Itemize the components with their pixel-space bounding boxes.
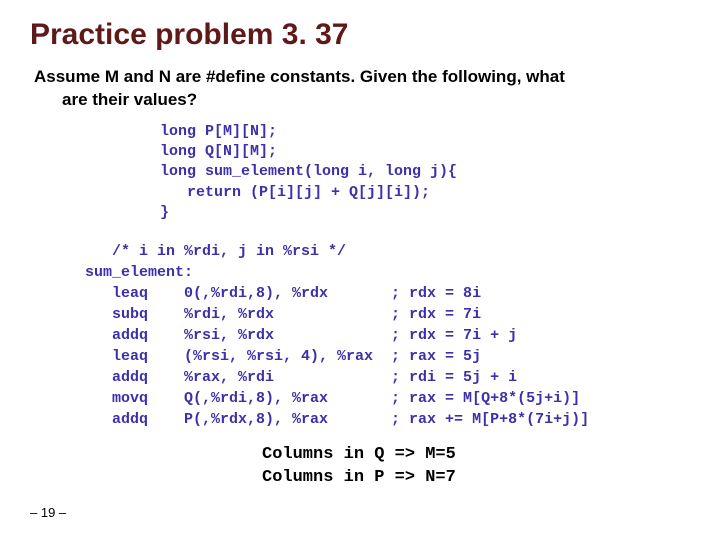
subtitle-line1: Assume M and N are #define constants. Gi… [34,67,565,86]
slide-title: Practice problem 3. 37 [30,18,690,52]
c-code-block: long P[M][N]; long Q[N][M]; long sum_ele… [30,122,690,223]
slide-subtitle: Assume M and N are #define constants. Gi… [30,66,690,112]
asm-code-block: /* i in %rdi, j in %rsi */ sum_element: … [30,241,690,430]
subtitle-line2: are their values? [34,89,690,112]
conclusion-text: Columns in Q => M=5 Columns in P => N=7 [30,444,690,490]
page-number: – 19 – [30,505,66,520]
slide: Practice problem 3. 37 Assume M and N ar… [0,0,720,540]
